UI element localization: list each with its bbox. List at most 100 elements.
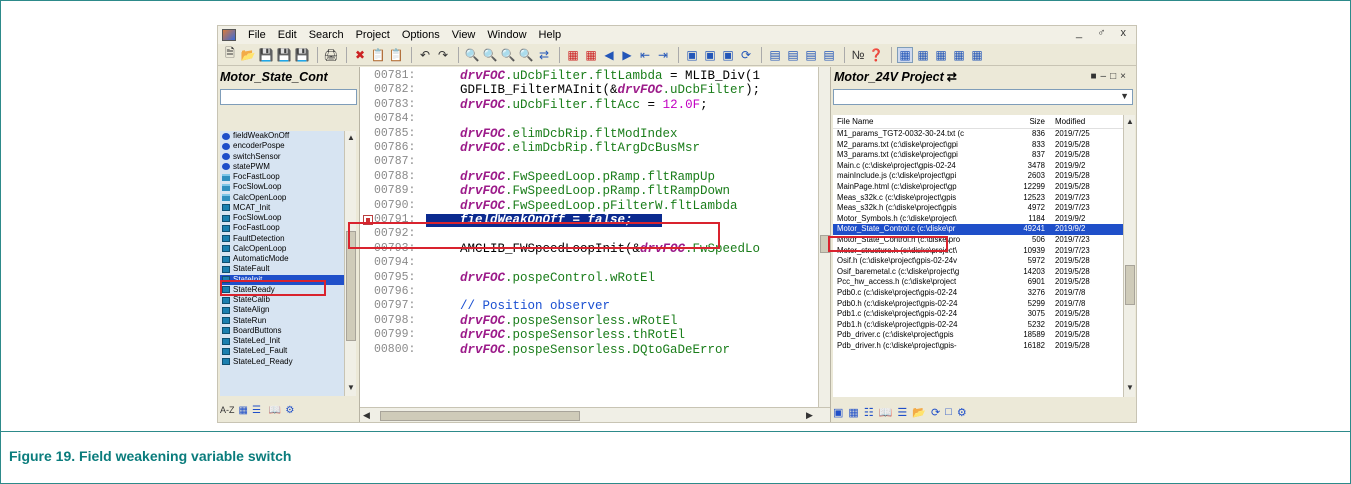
add-files-icon[interactable]: 📂 (912, 406, 926, 419)
code-line[interactable]: 00796: (360, 286, 830, 298)
symbol-item[interactable]: StateRun (220, 316, 344, 326)
find-next-icon[interactable]: 🔍 (500, 47, 516, 63)
symbol-item[interactable]: StateAlign (220, 305, 344, 315)
scroll-down-icon[interactable]: ▼ (347, 383, 355, 392)
menu-project[interactable]: Project (350, 29, 396, 41)
scroll-down-icon[interactable]: ▼ (1126, 383, 1134, 392)
find-icon[interactable]: 🔍 (464, 47, 480, 63)
jump-next-icon[interactable]: ⇥ (655, 47, 671, 63)
bookmark-icon[interactable]: ▦ (565, 47, 581, 63)
code-line[interactable]: 00800: drvFOC.pospeSensorless.DQtoGaDeErr… (360, 343, 830, 356)
column-header-name[interactable]: File Name (833, 115, 1007, 128)
relation-window-icon[interactable]: ▣ (702, 47, 718, 63)
symbol-item[interactable]: StateCalib (220, 295, 344, 305)
symbol-item[interactable]: CalcOpenLoop (220, 244, 344, 254)
save-icon[interactable]: 💾 (258, 47, 274, 63)
symbol-item[interactable]: FaultDetection (220, 234, 344, 244)
sort-icon[interactable]: ☰ (897, 406, 907, 419)
bookmark-next-icon[interactable]: ▦ (583, 47, 599, 63)
code-line[interactable]: 00785: drvFOC.elimDcbRip.fltModIndex (360, 127, 830, 140)
toggle-view-1-icon[interactable]: ▦ (897, 46, 913, 63)
scroll-left-icon[interactable]: ◀ (363, 410, 370, 421)
file-row[interactable]: MainPage.html (c:\diske\project\gp 12299 2… (833, 182, 1123, 193)
menu-edit[interactable]: Edit (272, 29, 303, 41)
tree-view-icon[interactable]: ☰ (252, 405, 261, 416)
code-line[interactable]: 00789: drvFOC.FwSpeedLoop.pRamp.fltRampDo… (360, 185, 830, 198)
file-row[interactable]: Osif_baremetal.c (c:\diske\project\g 1420… (833, 267, 1123, 278)
layout-3-icon[interactable]: ▤ (803, 47, 819, 63)
scroll-right-icon[interactable]: ▶ (806, 410, 813, 421)
tree-view-icon[interactable]: ☷ (864, 406, 874, 419)
sync-icon[interactable]: ⟳ (931, 406, 940, 419)
file-row[interactable]: Pdb1.h (c:\diske\project\gpis-02-24 5232 2… (833, 320, 1123, 331)
symbol-item[interactable]: StateLed_Fault (220, 346, 344, 356)
file-row[interactable]: M2_params.txt (c:\diske\project\gpi 833 20… (833, 140, 1123, 151)
code-line[interactable]: 00784: (360, 113, 830, 125)
symbol-item[interactable]: StateFault (220, 264, 344, 274)
code-line[interactable]: 00797: // Position observer (360, 300, 830, 313)
symbol-item[interactable]: CalcOpenLoop (220, 193, 344, 203)
symbol-item[interactable]: fieldWeakOnOff (220, 131, 344, 141)
file-row[interactable]: mainInclude.js (c:\diske\project\gpi 2603… (833, 171, 1123, 182)
context-window-icon[interactable]: ▣ (720, 47, 736, 63)
scroll-up-icon[interactable]: ▲ (347, 133, 355, 142)
layout-1-icon[interactable]: ▤ (767, 47, 783, 63)
file-row[interactable]: Pdb0.c (c:\diske\project\gpis-02-24 3276 2… (833, 288, 1123, 299)
code-line[interactable]: 00781: drvFOC.uDcbFilter.fltLambda = MLIB… (360, 70, 830, 83)
toggle-view-2-icon[interactable]: ▦ (915, 47, 931, 63)
file-row[interactable]: Motor_State_Control.c (c:\diske\pr 49241 2… (833, 224, 1123, 235)
symbol-item[interactable]: StateLed_Ready (220, 357, 344, 367)
column-header-modified[interactable]: Modified (1047, 115, 1117, 128)
refresh-icon[interactable]: ⟳ (738, 47, 754, 63)
file-row[interactable]: Pdb0.h (c:\diske\project\gpis-02-24 5299 2… (833, 299, 1123, 310)
symbol-item[interactable]: encoderPospe (220, 141, 344, 151)
close-file-icon[interactable]: 💾 (294, 47, 310, 63)
file-row[interactable]: Pdb1.c (c:\diske\project\gpis-02-24 3075 2… (833, 309, 1123, 320)
options-icon[interactable]: ⚙ (957, 406, 967, 419)
file-row[interactable]: Meas_s32k.h (c:\diske\project\gpis 4972 20… (833, 203, 1123, 214)
symbol-item[interactable]: switchSensor (220, 152, 344, 162)
symbol-item[interactable]: FocSlowLoop (220, 182, 344, 192)
copy-icon[interactable]: 📋 (370, 47, 386, 63)
code-line[interactable]: 00798: drvFOC.pospeSensorless.wRotEl (360, 314, 830, 327)
file-row[interactable]: Motor_Symbols.h (c:\diske\project\ 1184 20… (833, 214, 1123, 225)
chevron-down-icon[interactable]: ▼ (1120, 91, 1129, 101)
symbol-item[interactable]: FocSlowLoop (220, 213, 344, 223)
window-controls[interactable]: _ ♂ x (1076, 27, 1132, 39)
help-pointer-icon[interactable]: ❓ (868, 47, 884, 63)
back-arrow-icon[interactable]: ◀ (601, 47, 617, 63)
file-row[interactable]: M1_params_TGT2-0032-30-24.txt (c 836 2019/… (833, 129, 1123, 140)
layout-4-icon[interactable]: ▤ (821, 47, 837, 63)
symbol-item[interactable]: StateLed_Init (220, 336, 344, 346)
symbol-list-scrollbar[interactable]: ▲ ▼ (344, 131, 356, 396)
cut-icon[interactable]: ✖ (352, 47, 368, 63)
code-line[interactable]: 00799: drvFOC.pospeSensorless.thRotEl (360, 329, 830, 342)
code-line[interactable]: 00786: drvFOC.elimDcbRip.fltArgDcBusMsr (360, 142, 830, 155)
file-row[interactable]: Osif.h (c:\diske\project\gpis-02-24v 5972… (833, 256, 1123, 267)
code-line[interactable]: 00783: drvFOC.uDcbFilter.fltAcc = 12.0F; (360, 98, 830, 111)
scroll-up-icon[interactable]: ▲ (1126, 117, 1134, 126)
panel-window-controls[interactable]: ■–□× (1091, 71, 1130, 82)
menu-window[interactable]: Window (481, 29, 532, 41)
scrollbar-thumb[interactable] (380, 411, 580, 421)
file-row[interactable]: M3_params.txt (c:\diske\project\gpi 837 20… (833, 150, 1123, 161)
toggle-view-5-icon[interactable]: ▦ (969, 47, 985, 63)
filter-icon[interactable]: ▦ (239, 405, 248, 416)
options-icon[interactable]: ⚙ (285, 405, 294, 416)
symbol-item[interactable]: FocFastLoop (220, 223, 344, 233)
menu-view[interactable]: View (446, 29, 482, 41)
code-line[interactable]: 00795: drvFOC.pospeControl.wRotEl (360, 271, 830, 284)
symbol-window-icon[interactable]: ▣ (684, 47, 700, 63)
code-line[interactable]: 00788: drvFOC.FwSpeedLoop.pRamp.fltRampUp (360, 170, 830, 183)
toggle-view-3-icon[interactable]: ▦ (933, 47, 949, 63)
symbol-filter-input[interactable] (220, 89, 357, 105)
symbol-item[interactable]: statePWM (220, 162, 344, 172)
book-icon[interactable]: 📖 (879, 406, 893, 419)
line-numbers-icon[interactable]: № (850, 47, 866, 63)
code-line[interactable]: 00794: (360, 257, 830, 269)
scrollbar-thumb[interactable] (1125, 265, 1135, 305)
redo-icon[interactable]: ↷ (435, 47, 451, 63)
save-all-icon[interactable]: 💾 (276, 47, 292, 63)
new-file-icon[interactable]: 🗎 (222, 46, 238, 63)
print-icon[interactable]: 🖨 (323, 47, 339, 63)
